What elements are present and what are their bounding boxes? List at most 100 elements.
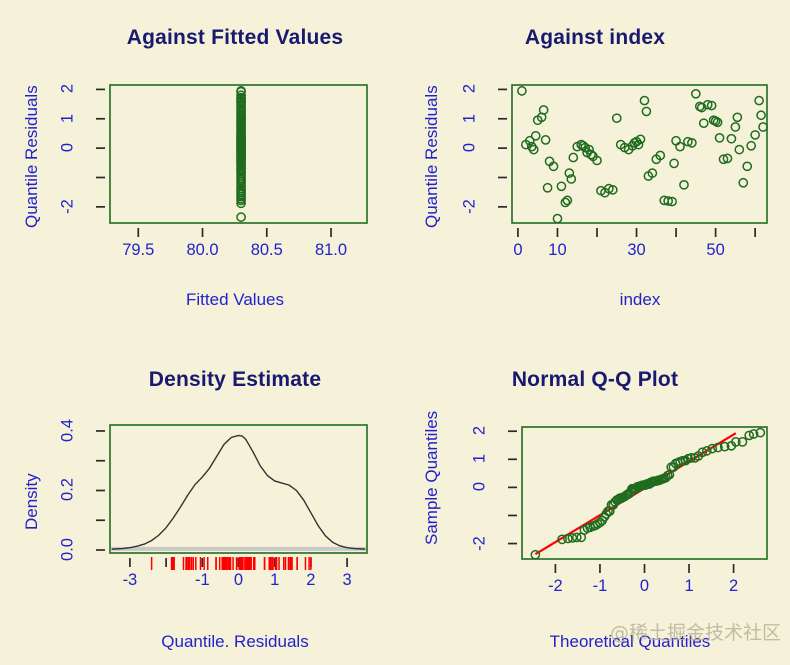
data-point — [580, 142, 590, 153]
data-point — [544, 156, 555, 167]
data-point — [730, 122, 741, 132]
data-point — [236, 141, 246, 152]
data-point — [669, 158, 679, 169]
panel2-plot-area — [498, 84, 768, 237]
data-point — [552, 213, 563, 224]
data-point — [671, 135, 681, 146]
data-point — [236, 93, 246, 104]
data-point — [633, 139, 644, 150]
data-point — [236, 142, 246, 153]
data-point — [564, 168, 575, 178]
panel4-plot-area — [508, 426, 768, 573]
data-point — [683, 453, 694, 464]
data-point — [538, 105, 549, 115]
data-point — [236, 139, 246, 150]
x-tick-label: 80.5 — [250, 241, 283, 259]
data-point — [607, 184, 618, 195]
data-point — [236, 96, 246, 107]
data-point — [236, 183, 246, 194]
data-point — [673, 457, 683, 468]
data-point — [236, 95, 246, 106]
data-point — [597, 515, 608, 526]
data-point — [726, 440, 737, 451]
data-point — [659, 195, 670, 206]
data-point — [530, 549, 541, 560]
data-point — [236, 152, 246, 163]
data-point — [236, 114, 246, 125]
data-point — [236, 140, 246, 151]
data-point — [702, 99, 713, 110]
data-point — [236, 157, 246, 168]
data-point — [698, 118, 709, 129]
data-point — [236, 136, 246, 147]
data-point — [236, 191, 246, 202]
watermark-text: @稀土掘金技术社区 — [610, 622, 782, 644]
data-point — [562, 195, 573, 206]
data-point — [679, 179, 689, 190]
data-point — [236, 154, 246, 165]
data-point — [636, 481, 647, 491]
data-point — [236, 119, 246, 129]
data-point — [670, 458, 681, 469]
data-point — [236, 187, 246, 198]
data-point — [563, 533, 573, 544]
data-point — [755, 427, 766, 438]
data-point — [236, 181, 246, 192]
data-point — [236, 155, 246, 166]
data-point — [707, 443, 718, 454]
data-point — [236, 156, 246, 167]
x-tick-label: 3 — [342, 571, 352, 589]
data-point — [746, 140, 757, 151]
data-point — [556, 181, 567, 192]
data-point — [236, 101, 246, 112]
data-point — [756, 110, 766, 121]
data-point — [236, 116, 246, 126]
data-point — [236, 130, 246, 140]
data-point — [687, 137, 697, 148]
panel3-ylabel: Density — [22, 473, 41, 530]
data-point — [738, 177, 749, 188]
data-point — [236, 185, 246, 196]
data-point — [633, 481, 644, 492]
plot-box-2 — [511, 84, 768, 224]
data-point — [599, 512, 610, 522]
y-tick-label: 2 — [58, 84, 77, 94]
data-point — [627, 483, 637, 494]
data-point — [236, 169, 246, 179]
data-point — [592, 155, 602, 166]
panel3-plot-area — [96, 424, 368, 570]
data-point — [694, 101, 705, 112]
data-point — [622, 489, 633, 500]
data-point — [236, 212, 246, 222]
data-point — [236, 138, 246, 149]
y-tick-label: -2 — [470, 535, 489, 551]
data-point — [592, 519, 603, 529]
data-point — [236, 106, 246, 117]
data-point — [600, 187, 610, 198]
data-point — [236, 160, 246, 171]
data-point — [236, 117, 246, 128]
qq-reference-line — [534, 432, 737, 556]
data-point — [610, 497, 620, 507]
data-point — [528, 144, 539, 155]
data-point — [651, 154, 662, 165]
data-point — [236, 97, 246, 108]
data-point — [542, 182, 553, 193]
data-point — [655, 150, 666, 161]
data-point — [236, 86, 246, 96]
data-point — [635, 134, 646, 145]
panel1-plot-area — [96, 84, 368, 237]
data-point — [663, 196, 674, 206]
data-point — [635, 481, 645, 491]
data-point — [623, 144, 634, 155]
data-point — [236, 129, 246, 139]
plot-box-4 — [521, 426, 768, 560]
data-point — [661, 472, 671, 483]
data-point — [236, 177, 246, 187]
data-point — [236, 126, 246, 136]
data-point — [236, 151, 246, 162]
data-point — [714, 133, 725, 143]
data-point — [726, 133, 737, 144]
data-point — [640, 480, 651, 490]
data-point — [236, 113, 246, 124]
